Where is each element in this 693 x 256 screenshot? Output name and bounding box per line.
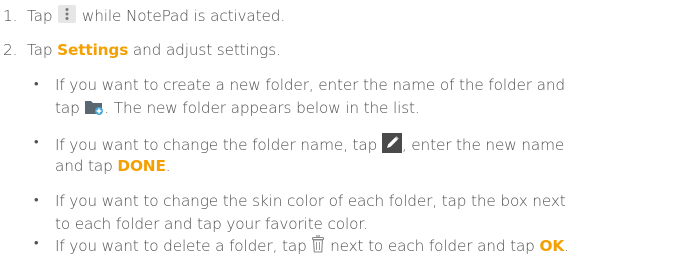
- bullet-marker: •: [34, 193, 39, 208]
- ok-label: OK: [539, 237, 565, 255]
- step-1-text-post: while NotePad is activated.: [81, 7, 286, 25]
- bullet-3-line-1: If you want to change the skin color of …: [55, 192, 566, 210]
- bullet-3-line-2: to each folder and tap your favorite col…: [55, 215, 368, 233]
- step-2-text-post: and adjust settings.: [132, 41, 281, 59]
- bullet-1-line-2: tap . The new folder appears below in th…: [55, 98, 420, 118]
- settings-label: Settings: [57, 41, 129, 59]
- bullet-marker: •: [34, 236, 39, 251]
- bullet-2-line-2-post: .: [165, 157, 171, 175]
- bullet-4-line-1: If you want to delete a folder, tap next…: [55, 234, 569, 256]
- bullet-2-text-pre: If you want to change the folder name, t…: [55, 136, 378, 154]
- edit-pencil-icon: [381, 133, 402, 153]
- bullet-2-text-post: , enter the new name: [401, 136, 565, 154]
- bullet-1-text-post: . The new folder appears below in the li…: [104, 99, 420, 117]
- step-1-number: 1.: [3, 7, 18, 25]
- delete-bin-icon: [311, 234, 325, 254]
- bullet-1-line-1: If you want to create a new folder, ente…: [55, 76, 565, 94]
- bullet-2-line-2-pre: and tap: [55, 157, 113, 175]
- step-1: 1. Tap while NotePad is activated.: [3, 4, 285, 26]
- new-folder-icon: [84, 98, 104, 116]
- bullet-2-line-1: If you want to change the folder name, t…: [55, 133, 564, 155]
- bullet-2-line-2: and tap DONE.: [55, 156, 171, 176]
- bullet-4-text-mid: next to each folder and tap: [330, 237, 535, 255]
- bullet-4-text-pre: If you want to delete a folder, tap: [55, 237, 307, 255]
- bullet-1-text-pre: tap: [55, 99, 80, 117]
- bullet-4-text-post: .: [564, 237, 569, 255]
- bullet-marker: •: [34, 135, 39, 150]
- done-label: DONE: [117, 157, 166, 175]
- step-2-number: 2.: [3, 41, 18, 59]
- step-2-text-pre: Tap: [27, 41, 53, 59]
- more-options-icon: [57, 4, 77, 24]
- step-2: 2. Tap Settings and adjust settings.: [3, 40, 281, 60]
- step-1-text-pre: Tap: [27, 7, 53, 25]
- bullet-marker: •: [34, 77, 39, 92]
